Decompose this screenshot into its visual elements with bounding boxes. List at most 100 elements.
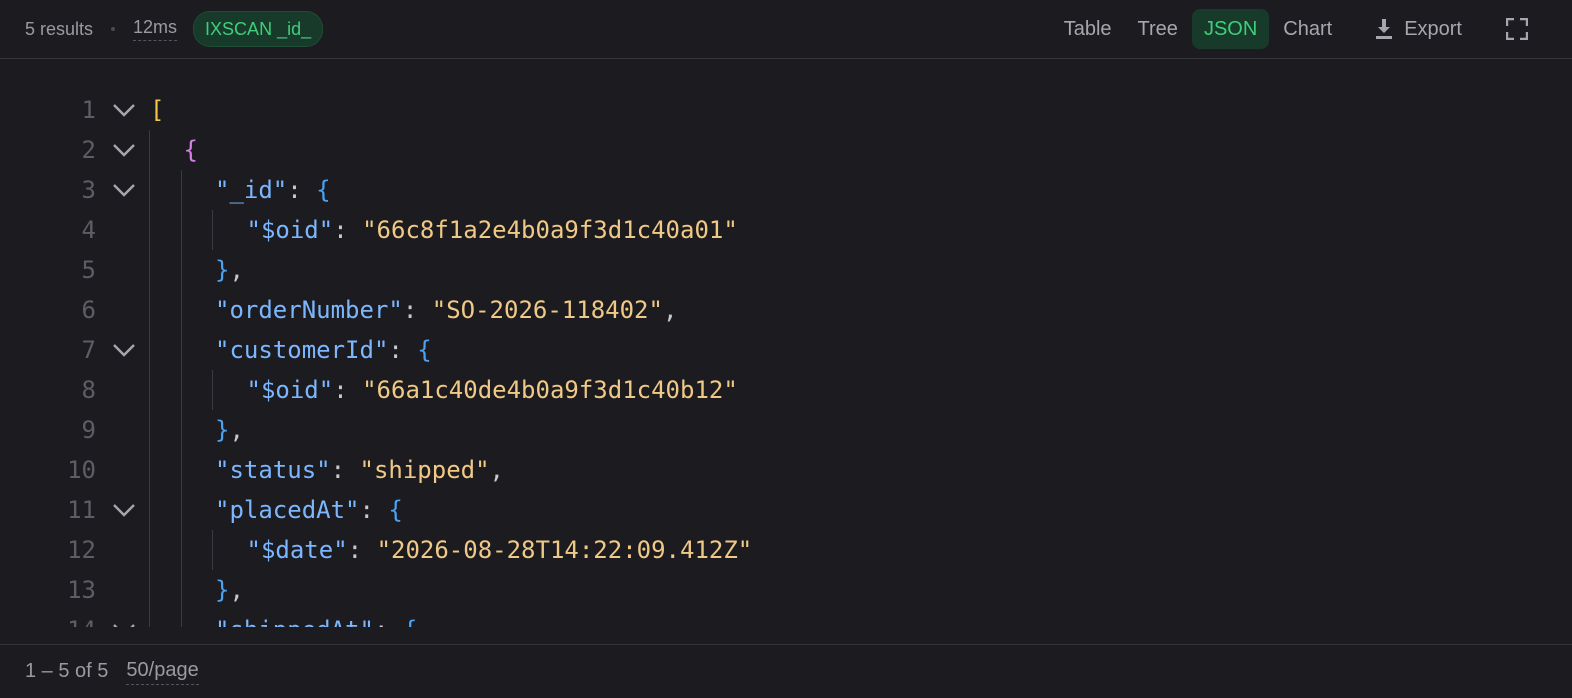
fold-chevron-icon[interactable]	[112, 342, 136, 358]
pagination-footer: 1 – 5 of 5 50/page	[0, 644, 1572, 698]
code-line: 6 "orderNumber": "SO-2026-118402",	[0, 290, 1572, 330]
line-number: 12	[67, 536, 96, 564]
line-number: 1	[81, 96, 96, 124]
code-token: "orderNumber"	[215, 296, 403, 324]
code-text: "status": "shipped",	[215, 450, 504, 490]
code-token: :	[388, 336, 418, 364]
fullscreen-icon[interactable]	[1506, 18, 1528, 40]
code-token: "status"	[215, 456, 331, 484]
code-token: "placedAt"	[215, 496, 360, 524]
fold-chevron-icon[interactable]	[112, 142, 136, 158]
fold-chevron-icon[interactable]	[112, 102, 136, 118]
code-line: 11 "placedAt": {	[0, 490, 1572, 530]
code-line: 5},	[0, 250, 1572, 290]
code-token: ,	[662, 296, 678, 324]
indent-guide	[212, 210, 213, 250]
code-line: 14 "shippedAt": {	[0, 610, 1572, 627]
line-number: 11	[67, 496, 96, 524]
tab-chart[interactable]: Chart	[1271, 9, 1344, 49]
code-text: "$oid": "66a1c40de4b0a9f3d1c40b12"	[247, 370, 738, 410]
code-line: 1[	[0, 90, 1572, 130]
code-text: "_id": {	[215, 170, 331, 210]
line-number: 3	[81, 176, 96, 204]
indent-guide	[149, 370, 150, 410]
code-line: 12 "$date": "2026-08-28T14:22:09.412Z"	[0, 530, 1572, 570]
code-line: 13},	[0, 570, 1572, 610]
code-line: 4 "$oid": "66c8f1a2e4b0a9f3d1c40a01"	[0, 210, 1572, 250]
indent-guide	[149, 130, 150, 170]
code-token: "66c8f1a2e4b0a9f3d1c40a01"	[362, 216, 738, 244]
indent-guide	[212, 530, 213, 570]
code-token: "$oid"	[246, 376, 334, 404]
indent-guide	[149, 410, 150, 450]
code-token: ,	[489, 456, 504, 484]
page-size-select[interactable]: 50/page	[126, 659, 199, 685]
query-meta: 5 results 12ms IXSCAN _id_	[0, 11, 324, 47]
indent-guide	[149, 170, 150, 210]
indent-guide	[180, 210, 182, 250]
result-count: 5 results	[25, 18, 94, 39]
code-line: 8 "$oid": "66a1c40de4b0a9f3d1c40b12"	[0, 370, 1572, 410]
line-number: 10	[67, 456, 96, 484]
code-token: {	[403, 616, 417, 627]
indent-guide	[180, 530, 182, 570]
indent-guide	[180, 410, 182, 450]
tab-tree[interactable]: Tree	[1126, 9, 1190, 49]
export-button[interactable]: Export	[1375, 9, 1462, 49]
code-token: :	[347, 536, 377, 564]
pagination-range: 1 – 5 of 5	[25, 660, 109, 682]
code-token: "$oid"	[246, 216, 334, 244]
code-token: :	[374, 616, 403, 627]
indent-guide	[149, 250, 150, 290]
fold-chevron-icon[interactable]	[112, 502, 136, 518]
code-line: 9},	[0, 410, 1572, 450]
code-token: :	[333, 216, 363, 244]
view-switcher: Table Tree JSON Chart Export	[1051, 0, 1572, 58]
code-token: "SO-2026-118402"	[431, 296, 663, 324]
indent-guide	[180, 570, 182, 610]
code-token: }	[215, 416, 230, 444]
indent-guide	[212, 370, 213, 410]
code-token: {	[316, 176, 331, 204]
code-token: :	[330, 456, 360, 484]
indent-guide	[149, 610, 150, 627]
tab-table[interactable]: Table	[1052, 9, 1124, 49]
indent-guide	[149, 570, 150, 610]
code-text: "placedAt": {	[215, 490, 403, 530]
code-text: "orderNumber": "SO-2026-118402",	[215, 290, 677, 330]
code-token: [	[150, 96, 165, 124]
code-text: },	[215, 570, 244, 610]
indent-guide	[180, 290, 182, 330]
code-line: 10 "status": "shipped",	[0, 450, 1572, 490]
download-icon	[1376, 19, 1393, 39]
fold-chevron-icon[interactable]	[112, 622, 136, 627]
indent-guide	[180, 250, 182, 290]
tab-json[interactable]: JSON	[1191, 9, 1270, 49]
query-plan-badge[interactable]: IXSCAN _id_	[193, 11, 324, 47]
code-token: :	[333, 376, 363, 404]
separator-dot	[111, 27, 116, 31]
code-token: ,	[229, 416, 244, 444]
code-text: "shippedAt": {	[215, 610, 417, 627]
indent-guide	[180, 330, 182, 370]
line-number: 4	[81, 216, 96, 244]
code-token: :	[402, 296, 432, 324]
line-number: 2	[81, 136, 96, 164]
fold-chevron-icon[interactable]	[112, 182, 136, 198]
code-text: "$oid": "66c8f1a2e4b0a9f3d1c40a01"	[247, 210, 738, 250]
query-duration[interactable]: 12ms	[133, 17, 178, 41]
line-number: 7	[81, 336, 96, 364]
code-token: "shippedAt"	[215, 616, 374, 627]
code-line: 3 "_id": {	[0, 170, 1572, 210]
json-viewer[interactable]: 1[2{3 "_id": {4 "$oid": "66c8f1a2e4b0a9f3d…	[0, 59, 1572, 627]
code-token: {	[388, 496, 403, 524]
code-token: {	[417, 336, 432, 364]
code-token: :	[359, 496, 389, 524]
indent-guide	[149, 490, 150, 530]
code-token: "customerId"	[215, 336, 389, 364]
code-token: "$date"	[246, 536, 348, 564]
indent-guide	[149, 330, 150, 370]
code-token: {	[183, 136, 198, 164]
indent-guide	[180, 370, 182, 410]
indent-guide	[149, 450, 150, 490]
